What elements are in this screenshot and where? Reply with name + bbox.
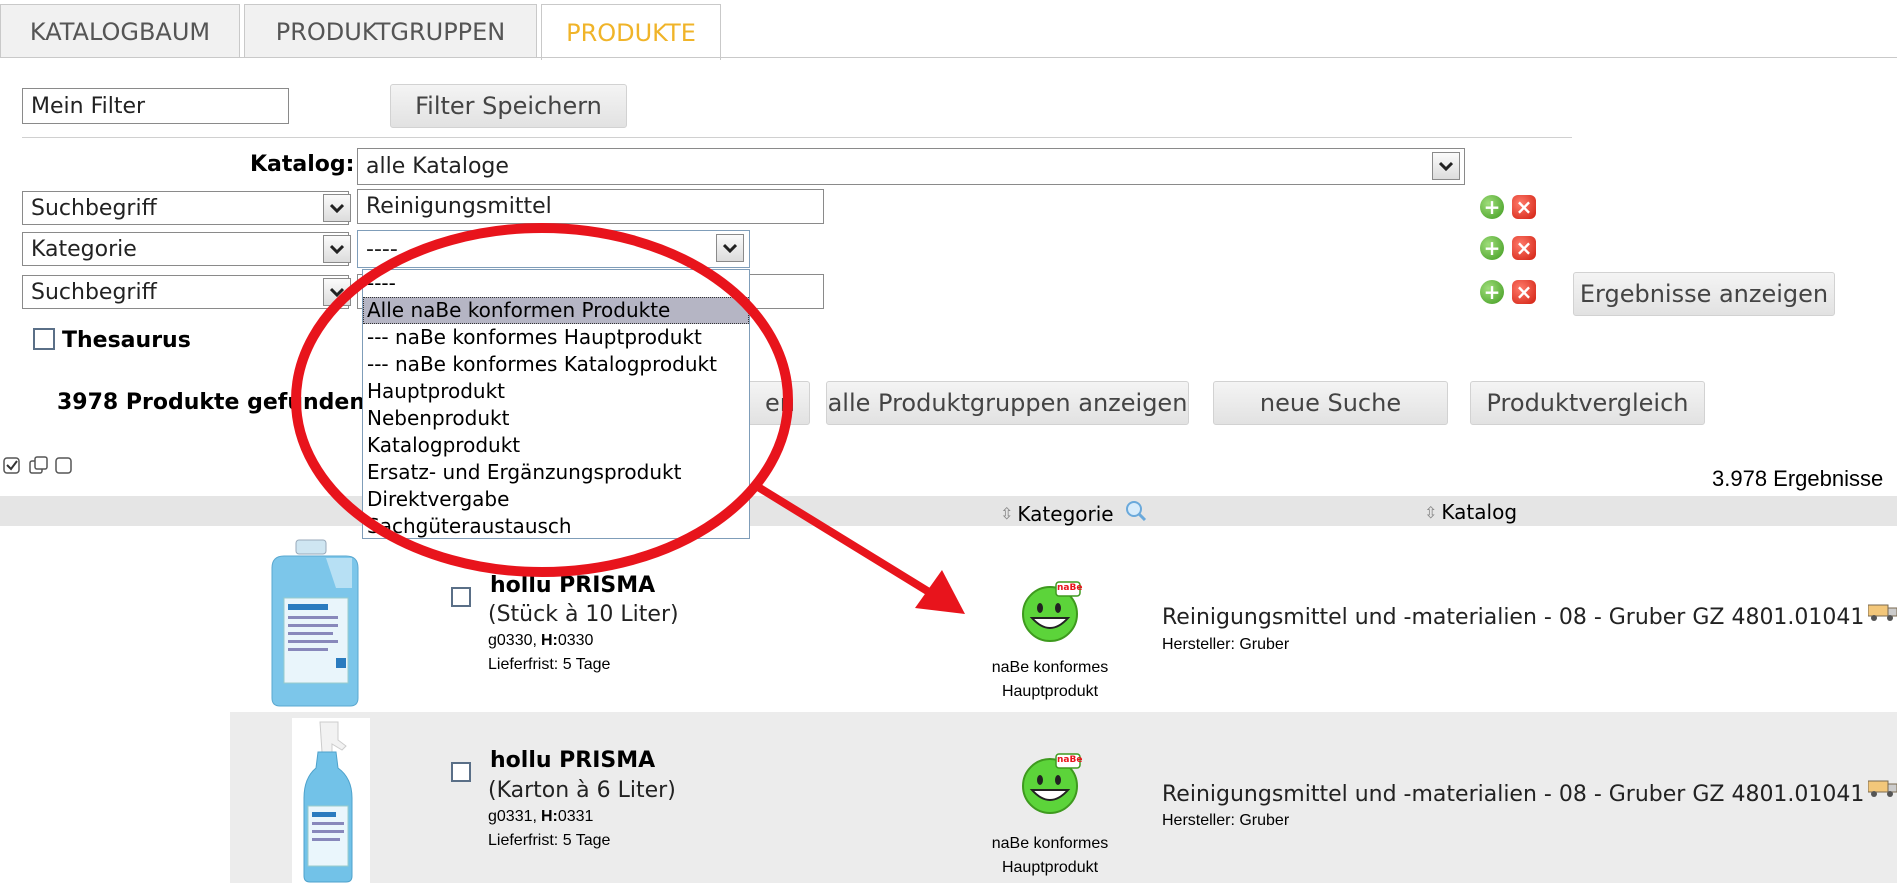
truck-icon[interactable] — [1867, 602, 1897, 622]
criterion-select-1[interactable]: Suchbegriff — [22, 191, 349, 225]
article-number: g0331, — [488, 808, 537, 825]
dropdown-option[interactable]: Hauptprodukt — [363, 378, 749, 405]
nabe-badge-text: naBe — [1057, 755, 1083, 765]
tab-divider — [0, 57, 1897, 58]
dropdown-option[interactable]: Ersatz- und Ergänzungsprodukt — [363, 459, 749, 486]
deselect-all-icon — [55, 457, 72, 474]
category-line: naBe konformes — [991, 835, 1109, 852]
dropdown-option[interactable]: Alle naBe konformen Produkte — [363, 297, 749, 324]
column-label: Katalog — [1441, 500, 1518, 524]
chevron-down-icon[interactable] — [323, 235, 351, 263]
add-row-icon[interactable]: + — [1480, 280, 1504, 304]
filter-save-button[interactable]: Filter Speichern — [390, 84, 627, 128]
h-code: 0330 — [557, 632, 594, 649]
selection-tools — [2, 455, 74, 477]
criterion-select-value: Suchbegriff — [31, 195, 157, 221]
product-image-canister[interactable] — [266, 538, 364, 708]
tab-produktgruppen[interactable]: PRODUKTGRUPPEN — [244, 4, 537, 58]
annotation-arrow-head — [915, 570, 965, 614]
category-select[interactable]: ---- — [357, 230, 750, 268]
article-number: g0330, — [488, 632, 537, 649]
sort-icon: ⇳ — [1000, 504, 1014, 523]
catalog-select-chevron-icon[interactable] — [1432, 152, 1460, 180]
criterion-select-value: Suchbegriff — [31, 279, 157, 305]
dropdown-option[interactable]: Nebenprodukt — [363, 405, 749, 432]
h-label: H: — [540, 632, 558, 649]
search-term-input[interactable]: Reinigungsmittel — [357, 189, 824, 224]
delivery-time: Lieferfrist: 5 Tage — [488, 832, 611, 849]
thesaurus-checkbox[interactable] — [33, 328, 55, 350]
truck-icon[interactable] — [1867, 778, 1897, 798]
category-select-value: ---- — [366, 236, 398, 262]
sort-category-header[interactable]: ⇳ Kategorie — [1000, 500, 1148, 527]
dropdown-option[interactable]: --- naBe konformes Hauptprodukt — [363, 324, 749, 351]
tab-label: PRODUKTGRUPPEN — [275, 17, 506, 46]
chevron-down-icon[interactable] — [323, 194, 351, 222]
results-found-text: 3978 Produkte gefunden — [57, 390, 366, 415]
column-label: Kategorie — [1017, 501, 1114, 526]
tab-label: KATALOGBAUM — [29, 17, 211, 46]
category-line: Hauptprodukt — [1001, 683, 1099, 700]
dropdown-option[interactable]: Direktvergabe — [363, 486, 749, 513]
magnifier-icon[interactable] — [1124, 500, 1148, 527]
category-dropdown-list[interactable]: ---- Alle naBe konformen Produkte --- naBe… — [362, 269, 750, 539]
results-header — [0, 496, 1897, 526]
catalog-label: Katalog: — [250, 152, 355, 177]
product-compare-button[interactable]: Produktvergleich — [1470, 381, 1705, 425]
h-code: 0331 — [557, 808, 594, 825]
catalog-name: Reinigungsmittel und -materialien - 08 -… — [1162, 605, 1865, 630]
tab-produkte[interactable]: PRODUKTE — [541, 4, 721, 60]
product-pack: (Stück à 10 Liter) — [488, 602, 679, 627]
dropdown-option[interactable]: Sachgüteraustausch — [363, 513, 749, 540]
sort-catalog-header[interactable]: ⇳ Katalog — [1424, 500, 1517, 524]
catalog-select-value: alle Kataloge — [366, 154, 509, 179]
catalog-select[interactable]: alle Kataloge — [357, 148, 1465, 185]
product-category: naBe konformes Hauptprodukt — [980, 832, 1120, 880]
nabe-badge-text: naBe — [1057, 583, 1083, 593]
product-image-spray[interactable] — [292, 718, 370, 883]
new-search-button[interactable]: neue Suche — [1213, 381, 1448, 425]
invert-selection-icon — [29, 456, 48, 474]
product-code: g0331, H:0331 — [488, 808, 593, 826]
h-label: H: — [540, 808, 558, 825]
criterion-select-2[interactable]: Kategorie — [22, 232, 349, 266]
nabe-smiley-icon: naBe — [1020, 580, 1082, 642]
remove-row-icon[interactable]: × — [1512, 236, 1536, 260]
add-row-icon[interactable]: + — [1480, 236, 1504, 260]
criterion-select-value: Kategorie — [31, 236, 137, 262]
remove-row-icon[interactable]: × — [1512, 195, 1536, 219]
product-select-checkbox[interactable] — [451, 762, 471, 782]
add-row-icon[interactable]: + — [1480, 195, 1504, 219]
chevron-down-icon[interactable] — [323, 278, 351, 306]
category-select-chevron-icon[interactable] — [716, 234, 744, 262]
manufacturer: Hersteller: Gruber — [1162, 636, 1290, 653]
delivery-time: Lieferfrist: 5 Tage — [488, 656, 611, 673]
manufacturer: Hersteller: Gruber — [1162, 812, 1290, 829]
dropdown-option[interactable]: --- naBe konformes Katalogprodukt — [363, 351, 749, 378]
criterion-select-3[interactable]: Suchbegriff — [22, 275, 349, 309]
category-line: Hauptprodukt — [1001, 859, 1099, 876]
thesaurus-label: Thesaurus — [62, 328, 191, 353]
product-select-checkbox[interactable] — [451, 587, 471, 607]
filter-divider — [22, 137, 1572, 138]
remove-row-icon[interactable]: × — [1512, 280, 1536, 304]
nabe-smiley-icon: naBe — [1020, 752, 1082, 814]
dropdown-option[interactable]: ---- — [363, 270, 749, 297]
product-name[interactable]: hollu PRISMA — [490, 748, 655, 773]
all-product-groups-button[interactable]: alle Produktgruppen anzeigen — [826, 381, 1189, 425]
show-results-button[interactable]: Ergebnisse anzeigen — [1573, 272, 1835, 316]
product-code: g0330, H:0330 — [488, 632, 593, 650]
product-name[interactable]: hollu PRISMA — [490, 573, 655, 598]
filter-name-input[interactable]: Mein Filter — [22, 88, 289, 124]
category-line: naBe konformes — [991, 659, 1109, 676]
dropdown-option[interactable]: Katalogprodukt — [363, 432, 749, 459]
sort-icon: ⇳ — [1424, 502, 1438, 522]
results-count: 3.978 Ergebnisse — [1712, 466, 1884, 491]
product-category: naBe konformes Hauptprodukt — [980, 656, 1120, 704]
product-pack: (Karton à 6 Liter) — [488, 778, 676, 803]
tab-katalogbaum[interactable]: KATALOGBAUM — [0, 4, 240, 58]
select-all-icon — [3, 457, 20, 474]
tab-label: PRODUKTE — [566, 18, 696, 47]
catalog-name: Reinigungsmittel und -materialien - 08 -… — [1162, 782, 1865, 807]
